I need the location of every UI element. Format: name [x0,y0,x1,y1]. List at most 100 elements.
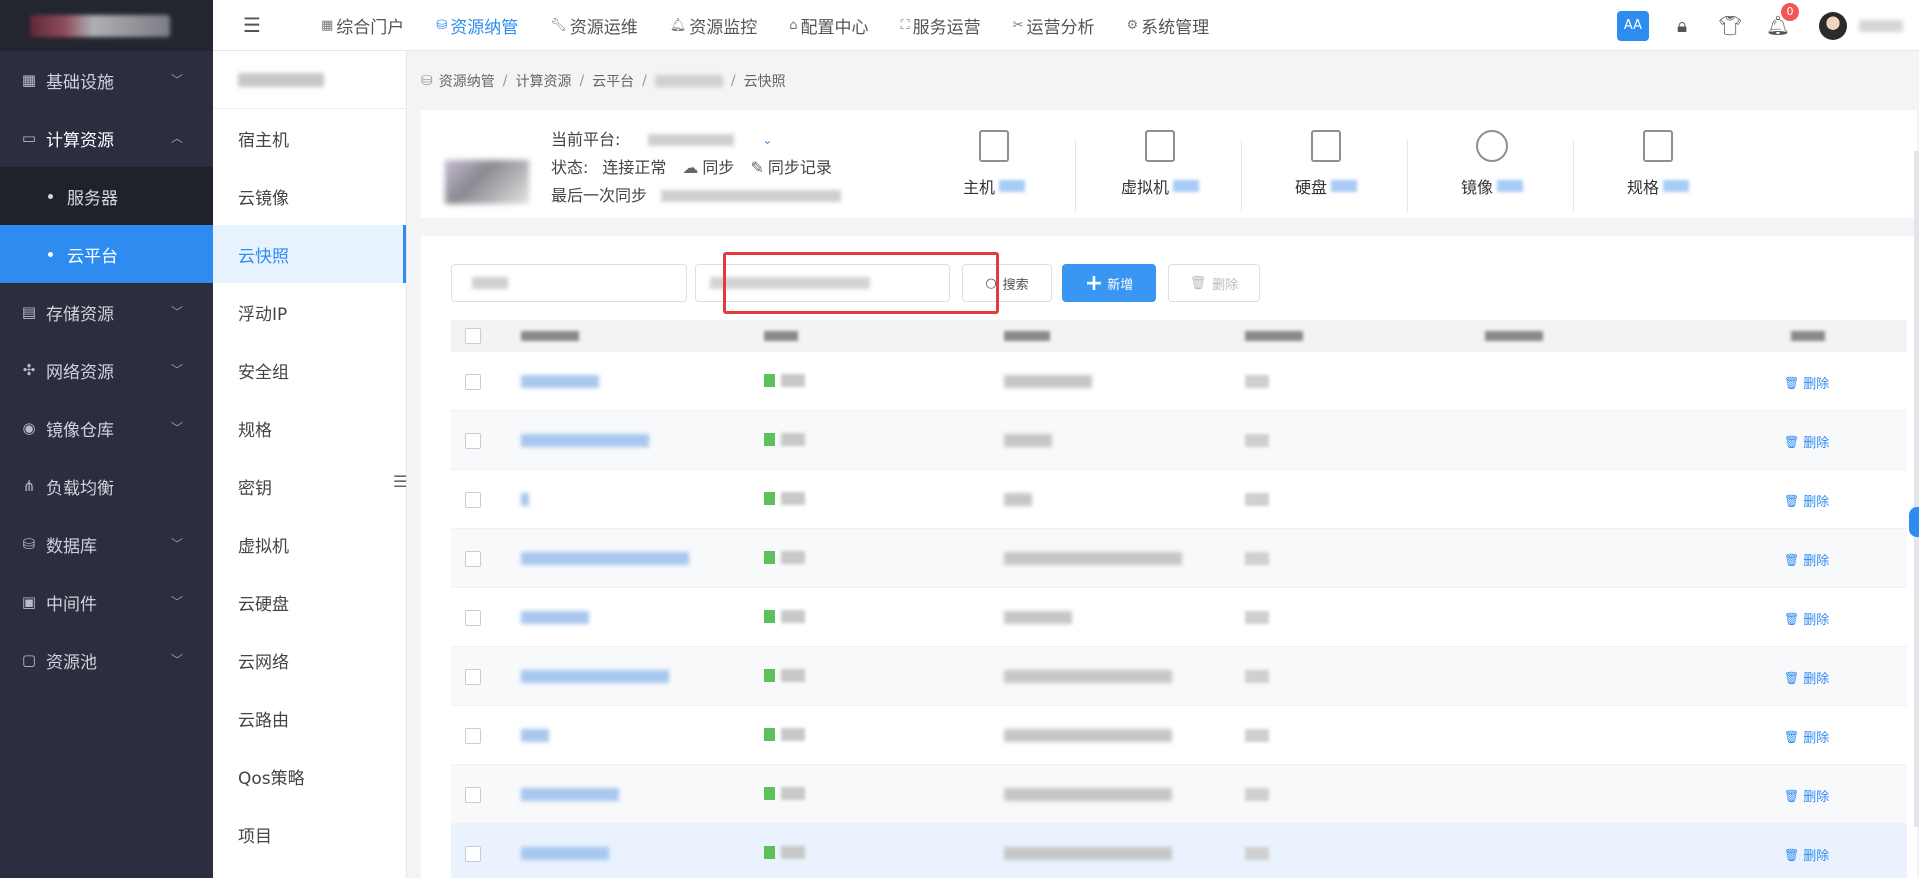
sidebar-item[interactable]: ◉ 镜像仓库 ﹀ [0,399,213,457]
top-nav-item[interactable]: ⌂ 配置中心 [773,0,884,51]
table-row[interactable]: 🗑︎ 删除 [451,706,1907,765]
filter-select[interactable] [451,264,687,302]
row-checkbox[interactable] [465,728,481,744]
snapshot-name-link[interactable] [521,611,589,624]
sidebar-item[interactable]: ▣ 中间件 ﹀ [0,573,213,631]
select-all-checkbox[interactable] [465,328,481,344]
table-row[interactable]: 🗑︎ 删除 [451,588,1907,647]
top-nav-item[interactable]: 🔧︎ 资源运维 [534,0,654,51]
snapshot-name-link[interactable] [521,552,689,565]
menu-toggle-icon[interactable]: ☰ [243,13,283,37]
breadcrumb-item[interactable]: 计算资源 [515,71,571,91]
scrollbar[interactable] [1914,151,1919,827]
breadcrumb-item[interactable]: 资源纳管 [439,71,495,91]
sidebar-subitem[interactable]: 服务器 [0,167,213,225]
snapshot-name-link[interactable] [521,788,619,801]
bell-icon[interactable]: 🔔︎ 0 [1765,2,1799,39]
stat-card[interactable]: 规格 [1575,122,1741,212]
secondary-menu-item[interactable]: Qos策略 [213,747,406,805]
sidebar-item[interactable]: ▭ 计算资源 ︿ [0,109,213,167]
table-row[interactable]: 🗑︎ 删除 [451,647,1907,706]
column-header[interactable] [521,331,579,341]
top-nav-item[interactable]: ⛁ 资源纳管 [420,0,534,51]
shirt-icon[interactable]: 👕︎ [1717,13,1743,39]
table-row[interactable]: 🗑︎ 删除 [451,470,1907,529]
snapshot-name-link[interactable] [521,847,609,860]
snapshot-name-link[interactable] [521,434,649,447]
secondary-menu-item[interactable]: 云硬盘 [213,573,406,631]
row-checkbox[interactable] [465,374,481,390]
side-float-button[interactable] [1909,507,1919,537]
sidebar-item[interactable]: ✣ 网络资源 ﹀ [0,341,213,399]
table-row[interactable]: 🗑︎ 删除 [451,824,1907,878]
secondary-menu-item[interactable]: 密钥 [213,457,406,515]
chevron-down-icon[interactable]: ⌄ [762,126,772,154]
row-delete-button[interactable]: 🗑︎ 删除 [1784,845,1829,865]
column-header[interactable] [1004,331,1050,341]
snapshot-name-link[interactable] [521,375,599,388]
sidebar-subitem[interactable]: 云平台 [0,225,213,283]
top-nav-item[interactable]: ✂ 运营分析 [997,0,1111,51]
table-row[interactable]: 🗑︎ 删除 [451,352,1907,411]
column-header[interactable] [1485,331,1543,341]
stat-card[interactable]: 虚拟机 [1077,122,1243,212]
table-row[interactable]: 🗑︎ 删除 [451,765,1907,824]
snapshot-name-link[interactable] [521,729,549,742]
secondary-menu-item[interactable]: 云镜像 [213,167,406,225]
top-nav-item[interactable]: ⛶ 服务运营 [885,0,997,51]
row-delete-button[interactable]: 🗑︎ 删除 [1784,550,1829,570]
column-header[interactable] [764,331,798,341]
top-nav-item[interactable]: 🔔︎ 资源监控 [654,0,774,51]
row-checkbox[interactable] [465,669,481,685]
row-checkbox[interactable] [465,492,481,508]
row-checkbox[interactable] [465,433,481,449]
secondary-menu-item[interactable]: 项目 [213,805,406,863]
top-nav-item[interactable]: ▦ 综合门户 [305,0,420,51]
sidebar-item[interactable]: ▤ 存储资源 ﹀ [0,283,213,341]
stat-card[interactable]: 镜像 [1409,122,1575,212]
row-delete-button[interactable]: 🗑︎ 删除 [1784,432,1829,452]
secondary-menu-item[interactable]: 虚拟机 [213,515,406,573]
sync-button[interactable]: ☁ 同步 [682,154,734,182]
row-checkbox[interactable] [465,551,481,567]
row-delete-button[interactable]: 🗑︎ 删除 [1784,786,1829,806]
avatar[interactable] [1819,11,1847,40]
row-delete-button[interactable]: 🗑︎ 删除 [1784,727,1829,747]
secondary-menu-item[interactable]: 安全组 [213,341,406,399]
stat-card[interactable]: 主机 [911,122,1077,212]
row-checkbox[interactable] [465,787,481,803]
sidebar-item[interactable]: ⋔ 负载均衡 [0,457,213,515]
font-size-button[interactable]: AA [1617,10,1649,41]
secondary-menu-item[interactable]: 云快照 [213,225,406,283]
secondary-menu-item[interactable]: 规格 [213,399,406,457]
column-header[interactable] [1245,331,1303,341]
add-button[interactable]: + 新增 [1062,264,1156,302]
breadcrumb-item[interactable]: 云平台 [592,71,634,91]
row-checkbox[interactable] [465,610,481,626]
collapse-menu-icon[interactable]: ☰ [393,472,407,491]
search-input[interactable] [695,264,950,302]
sync-record-button[interactable]: ✎ 同步记录 [750,154,831,182]
secondary-menu-item[interactable]: 浮动IP [213,283,406,341]
row-delete-button[interactable]: 🗑︎ 删除 [1784,373,1829,393]
row-delete-button[interactable]: 🗑︎ 删除 [1784,491,1829,511]
search-button[interactable]: ○ 搜索 [962,264,1052,302]
stat-card[interactable]: 硬盘 [1243,122,1409,212]
table-row[interactable]: 🗑︎ 删除 [451,411,1907,470]
platform-select-value[interactable] [648,134,735,146]
table-row[interactable]: 🗑︎ 删除 [451,529,1907,588]
username[interactable] [1859,19,1903,32]
row-delete-button[interactable]: 🗑︎ 删除 [1784,609,1829,629]
secondary-menu-item[interactable]: 云网络 [213,631,406,689]
sidebar-item[interactable]: ▦ 基础设施 ﹀ [0,51,213,109]
breadcrumb-item[interactable] [654,75,723,87]
lock-icon[interactable]: 🔒︎ [1669,13,1695,39]
sidebar-item[interactable]: ▢ 资源池 ﹀ [0,631,213,689]
row-checkbox[interactable] [465,846,481,862]
top-nav-item[interactable]: ⚙ 系统管理 [1111,0,1226,51]
delete-button[interactable]: 🗑︎ 删除 [1168,264,1260,302]
row-delete-button[interactable]: 🗑︎ 删除 [1784,668,1829,688]
snapshot-name-link[interactable] [521,493,529,506]
snapshot-name-link[interactable] [521,670,669,683]
sidebar-item[interactable]: ⛁ 数据库 ﹀ [0,515,213,573]
